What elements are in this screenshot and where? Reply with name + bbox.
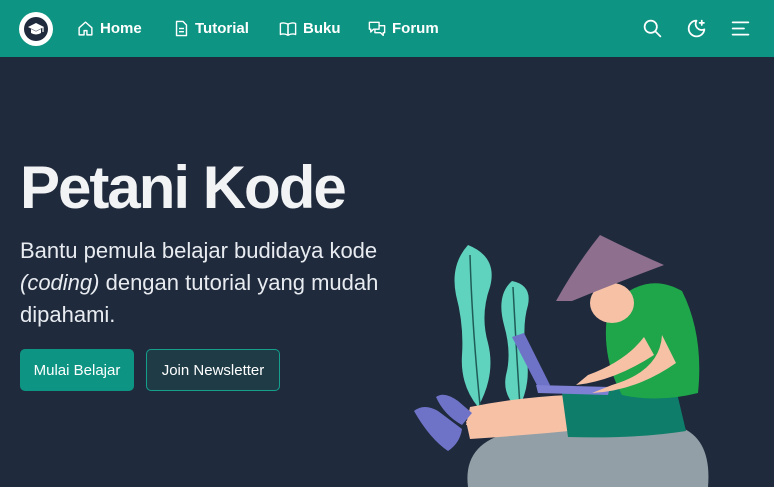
nav-forum[interactable]: Forum (368, 0, 439, 57)
nav-tutorial-label: Tutorial (195, 20, 249, 37)
laptop-base (536, 385, 610, 395)
nav-home[interactable]: Home (77, 0, 142, 57)
hero-desc-text-1: Bantu pemula belajar budidaya kode (20, 238, 378, 263)
start-learning-button[interactable]: Mulai Belajar (20, 349, 134, 391)
book-icon (279, 21, 297, 36)
search-button[interactable] (640, 16, 664, 40)
search-icon (643, 19, 661, 37)
hero-desc-emphasis: (coding) (20, 270, 100, 295)
hero-description: Bantu pemula belajar budidaya kode (codi… (20, 235, 385, 331)
dark-mode-toggle[interactable] (684, 16, 708, 40)
document-icon (175, 20, 188, 37)
moon-icon (687, 19, 705, 37)
join-newsletter-button[interactable]: Join Newsletter (146, 349, 280, 391)
home-icon (78, 21, 93, 36)
chat-icon (368, 21, 386, 37)
nav-tutorial[interactable]: Tutorial (174, 0, 249, 57)
menu-icon (731, 21, 749, 35)
graduation-cap-icon (24, 17, 48, 41)
logo[interactable] (19, 12, 53, 46)
navbar: Home Tutorial Buku Forum (0, 0, 774, 57)
nav-home-label: Home (100, 20, 142, 37)
nav-forum-label: Forum (392, 20, 439, 37)
nav-buku-label: Buku (303, 20, 341, 37)
menu-button[interactable] (728, 16, 752, 40)
page-title: Petani Kode (20, 154, 347, 221)
nav-buku[interactable]: Buku (279, 0, 341, 57)
farmer-coding-illustration (414, 235, 709, 487)
